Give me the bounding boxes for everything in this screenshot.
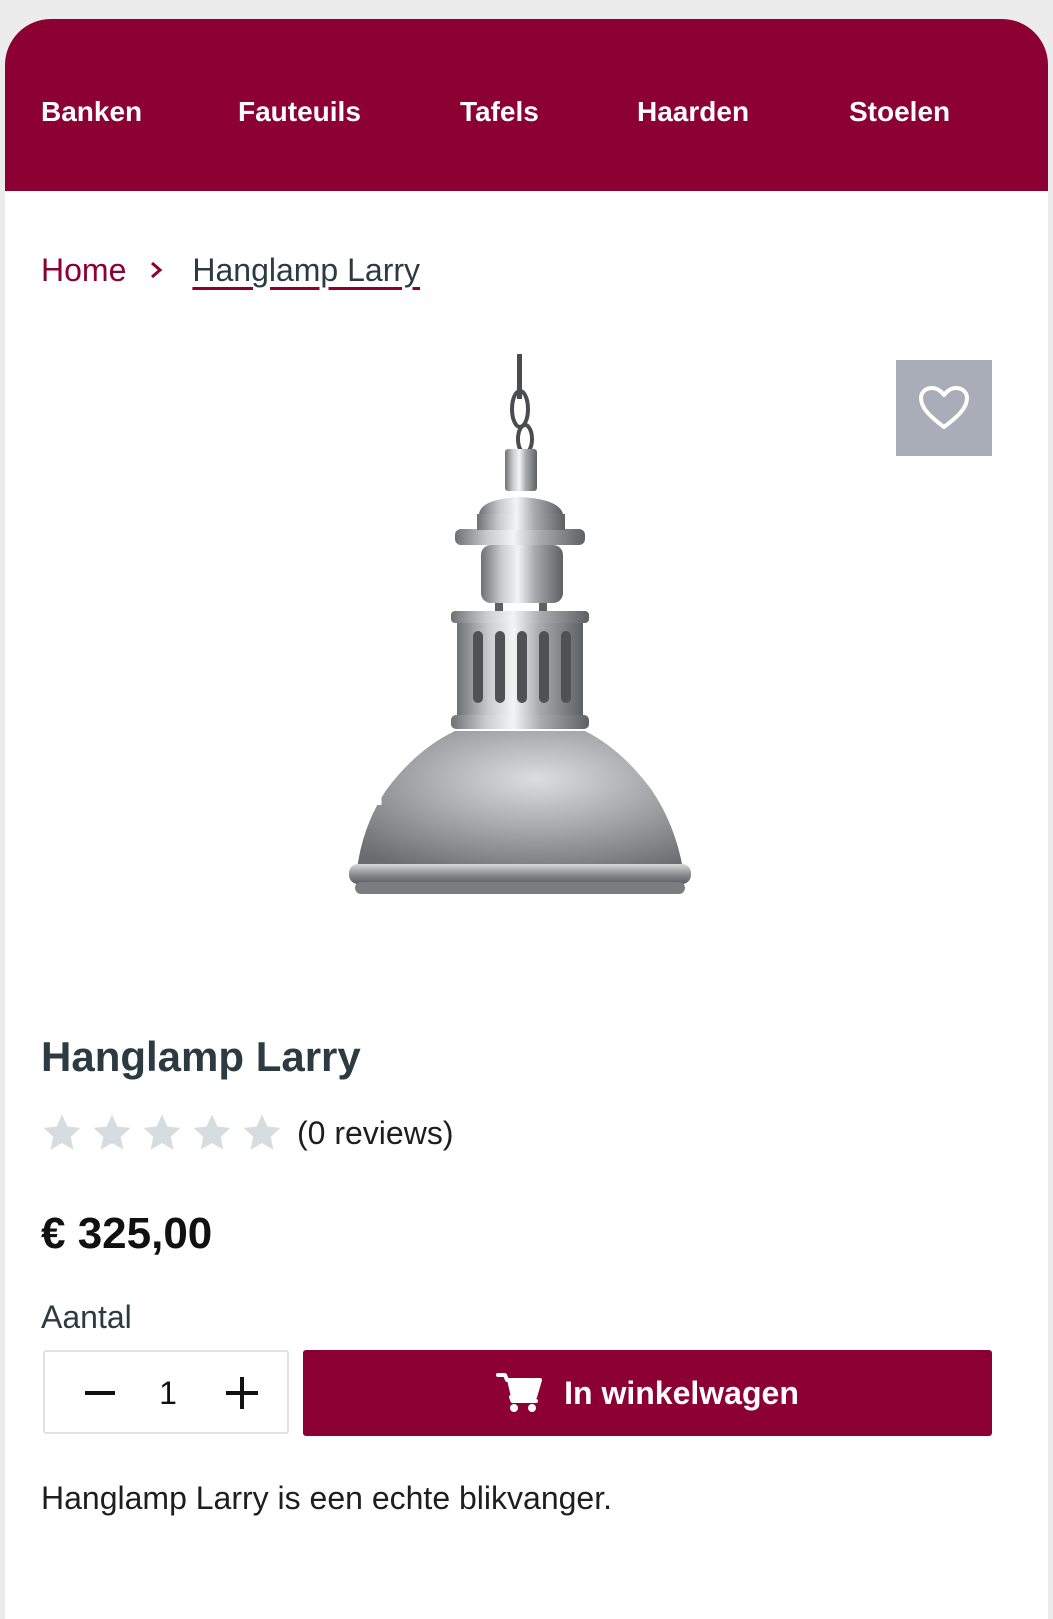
product-page: Banken Fauteuils Tafels Haarden Stoelen … bbox=[5, 19, 1048, 1619]
quantity-stepper bbox=[43, 1350, 289, 1434]
favorite-button[interactable] bbox=[896, 360, 992, 456]
product-image bbox=[349, 354, 691, 894]
star-icon bbox=[143, 1114, 181, 1150]
minus-icon[interactable] bbox=[81, 1374, 119, 1412]
nav-item-tafels[interactable]: Tafels bbox=[460, 93, 539, 131]
product-price: € 325,00 bbox=[41, 1209, 213, 1258]
nav-item-banken[interactable]: Banken bbox=[41, 93, 142, 131]
category-nav: Banken Fauteuils Tafels Haarden Stoelen bbox=[5, 19, 1048, 191]
product-title: Hanglamp Larry bbox=[41, 1033, 361, 1080]
breadcrumb: Home Hanglamp Larry bbox=[41, 249, 420, 291]
breadcrumb-current-link[interactable]: Hanglamp Larry bbox=[192, 252, 420, 289]
star-icon bbox=[43, 1114, 81, 1150]
shopping-cart-icon bbox=[496, 1373, 543, 1412]
nav-item-fauteuils[interactable]: Fauteuils bbox=[238, 93, 361, 131]
add-to-cart-button[interactable]: In winkelwagen bbox=[303, 1350, 992, 1436]
quantity-label: Aantal bbox=[41, 1299, 132, 1335]
nav-item-haarden[interactable]: Haarden bbox=[637, 93, 749, 131]
star-icon bbox=[193, 1114, 231, 1150]
product-rating: (0 reviews) bbox=[41, 1111, 453, 1155]
breadcrumb-home-link[interactable]: Home bbox=[41, 252, 126, 289]
nav-item-stoelen[interactable]: Stoelen bbox=[849, 93, 950, 131]
add-to-cart-label: In winkelwagen bbox=[564, 1374, 799, 1411]
plus-icon[interactable] bbox=[223, 1374, 261, 1412]
heart-icon bbox=[919, 386, 969, 429]
quantity-input[interactable] bbox=[143, 1372, 193, 1414]
reviews-count-link[interactable]: (0 reviews) bbox=[297, 1115, 453, 1152]
chevron-right-icon bbox=[151, 261, 163, 279]
product-description: Hanglamp Larry is een echte blikvanger. bbox=[41, 1480, 612, 1516]
star-icon bbox=[93, 1114, 131, 1150]
star-icon bbox=[243, 1114, 281, 1150]
